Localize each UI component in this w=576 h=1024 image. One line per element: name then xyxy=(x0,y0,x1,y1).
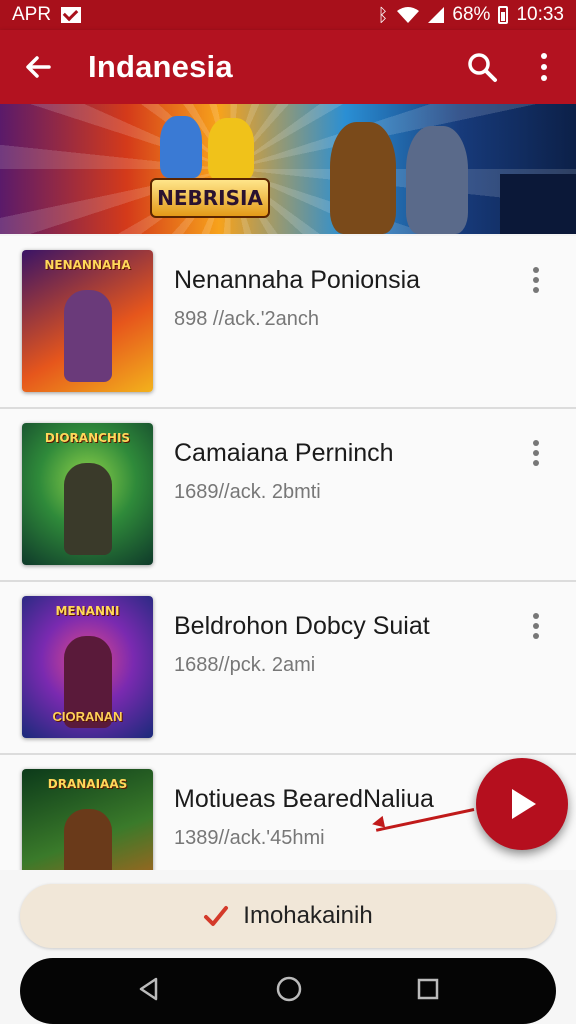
nav-back-button[interactable] xyxy=(136,976,162,1007)
nav-recents-button[interactable] xyxy=(416,977,440,1006)
thumb-figure xyxy=(64,290,112,382)
list-item[interactable]: NENANNAHA Nenannaha Ponionsia 898 //ack.… xyxy=(0,236,576,409)
bluetooth-icon: ᛒ xyxy=(377,4,389,25)
item-subtitle: 1389//ack.'45hmi xyxy=(174,827,325,849)
carrier-label: APR xyxy=(12,4,52,25)
promo-banner[interactable]: NEBRISIA xyxy=(0,104,576,234)
check-icon xyxy=(204,906,229,926)
thumb-label: DRANAIAAS xyxy=(47,777,128,791)
list-item[interactable]: DIORANCHIS Camaiana Perninch 1689//ack. … xyxy=(0,409,576,582)
annotation-arrow-head xyxy=(370,815,386,831)
item-subtitle: 898 //ack.'2anch xyxy=(174,308,320,330)
item-thumbnail: DIORANCHIS xyxy=(22,423,153,565)
more-vert-icon xyxy=(533,623,539,629)
nav-home-button[interactable] xyxy=(275,975,303,1008)
item-thumbnail: DRANAIAAS xyxy=(22,769,153,873)
app-bar-actions xyxy=(460,45,566,89)
nav-recents-icon xyxy=(417,978,438,999)
status-right: ᛒ 68% 10:33 xyxy=(378,4,564,26)
mail-icon xyxy=(61,7,82,23)
item-thumbnail: NENANNAHA xyxy=(22,250,153,392)
item-menu-button[interactable] xyxy=(520,435,552,471)
search-button[interactable] xyxy=(460,45,504,89)
banner-hero-knight xyxy=(406,126,468,234)
item-thumbnail: MENANNI CIORANAN xyxy=(22,596,153,738)
thumb-figure xyxy=(64,809,112,873)
search-icon xyxy=(468,53,497,82)
thumb-label: MENANNI xyxy=(55,604,120,618)
play-icon xyxy=(512,789,536,819)
more-vert-icon xyxy=(541,53,547,81)
thumb-sublabel: CIORANAN xyxy=(52,709,123,724)
item-menu-button[interactable] xyxy=(520,262,552,298)
page-title: Indanesia xyxy=(88,49,233,84)
banner-logo: NEBRISIA xyxy=(150,178,270,218)
banner-city xyxy=(500,174,576,234)
thumb-label: NENANNAHA xyxy=(44,258,131,272)
banner-hero-blue xyxy=(160,116,202,178)
bottom-area: Imohakainih xyxy=(0,870,576,1024)
app-bar: Indanesia xyxy=(0,30,576,104)
battery-icon xyxy=(498,6,509,24)
overflow-menu-button[interactable] xyxy=(522,45,566,89)
banner-hero-yellow xyxy=(208,118,254,180)
item-subtitle: 1689//ack. 2bmti xyxy=(174,481,321,503)
item-title: Camaiana Perninch xyxy=(174,439,394,467)
thumb-label: DIORANCHIS xyxy=(44,431,131,445)
system-nav-bar xyxy=(20,958,556,1024)
back-button[interactable] xyxy=(12,41,64,93)
item-title: Motiueas BearedNaliua xyxy=(174,785,434,813)
item-title: Nenannaha Ponionsia xyxy=(174,266,421,294)
battery-label: 68% xyxy=(452,4,491,25)
more-vert-icon xyxy=(533,450,539,456)
item-title: Beldrohon Dobcy Suiat xyxy=(174,612,430,640)
list-item[interactable]: MENANNI CIORANAN Beldrohon Dobcy Suiat 1… xyxy=(0,582,576,755)
confirm-button[interactable]: Imohakainih xyxy=(20,884,556,948)
back-arrow-icon xyxy=(26,56,51,78)
status-bar: APR ᛒ 68% 10:33 xyxy=(0,0,576,30)
signal-icon xyxy=(428,7,445,23)
nav-home-icon xyxy=(276,976,302,1001)
item-subtitle: 1688//pck. 2ami xyxy=(174,654,316,676)
banner-rays xyxy=(0,104,576,234)
confirm-label: Imohakainih xyxy=(243,902,373,929)
clock-label: 10:33 xyxy=(516,4,564,25)
play-fab[interactable] xyxy=(476,758,568,850)
thumb-figure xyxy=(64,463,112,555)
item-menu-button[interactable] xyxy=(520,608,552,644)
nav-back-icon xyxy=(140,977,158,1000)
more-vert-icon xyxy=(533,277,539,283)
status-left: APR xyxy=(12,4,82,26)
wifi-icon xyxy=(397,7,420,23)
banner-hero-warrior xyxy=(330,122,396,234)
